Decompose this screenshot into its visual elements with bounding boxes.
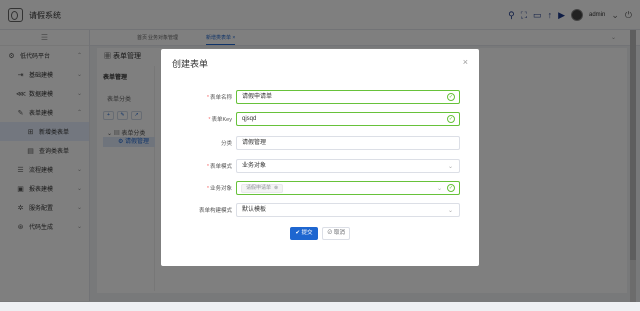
field-form-name: *表单名称 请假申请单 ✓ (161, 90, 479, 104)
field-label: *表单Key (208, 117, 232, 123)
form-key-input[interactable]: qjsqd ✓ (236, 112, 460, 126)
field-label: 分类 (220, 141, 232, 147)
field-category: 分类 请假管理 (161, 136, 479, 150)
field-label: *业务对象 (206, 186, 232, 192)
field-form-key: *表单Key qjsqd ✓ (161, 112, 479, 126)
create-form-dialog: 创建表单 × *表单名称 请假申请单 ✓ *表单Key qjsqd ✓ 分类 请假管… (161, 49, 479, 266)
field-form-mode: *表单模式 业务对象 ⌄ (161, 159, 479, 173)
field-label: 表单构建模式 (198, 208, 232, 214)
close-icon[interactable]: × (463, 57, 468, 67)
check-circle-icon: ✓ (447, 115, 455, 123)
chevron-down-icon: ⌄ (436, 186, 442, 192)
check-circle-icon: ✓ (447, 184, 455, 192)
check-circle-icon: ✓ (447, 93, 455, 101)
submit-button[interactable]: ✔ 提交 (290, 227, 318, 240)
build-mode-select[interactable]: 默认模板 ⌄ (236, 203, 460, 217)
close-icon[interactable]: ⊗ (274, 185, 278, 191)
bottom-bar (0, 302, 640, 311)
field-label: *表单模式 (206, 164, 232, 170)
chevron-down-icon: ⌄ (447, 208, 453, 214)
business-object-select[interactable]: 请假申请单 ⊗ ⌄ ✓ (236, 181, 460, 195)
selected-tag: 请假申请单 ⊗ (241, 184, 284, 193)
field-business-object: *业务对象 请假申请单 ⊗ ⌄ ✓ (161, 181, 479, 195)
field-build-mode: 表单构建模式 默认模板 ⌄ (161, 203, 479, 217)
form-mode-select[interactable]: 业务对象 ⌄ (236, 159, 460, 173)
category-input[interactable]: 请假管理 (236, 136, 460, 150)
form-name-input[interactable]: 请假申请单 ✓ (236, 90, 460, 104)
chevron-down-icon: ⌄ (447, 164, 453, 170)
dialog-title: 创建表单 (172, 59, 209, 69)
field-label: *表单名称 (206, 95, 232, 101)
cancel-button[interactable]: ⊘ 取消 (322, 227, 350, 240)
